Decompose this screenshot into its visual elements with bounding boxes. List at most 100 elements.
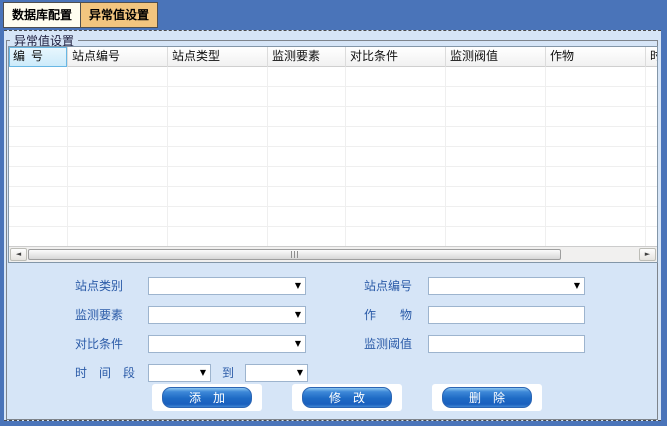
table-row[interactable] xyxy=(9,127,657,147)
table-row[interactable] xyxy=(9,87,657,107)
modify-button[interactable]: 修 改 xyxy=(302,387,392,408)
column-header[interactable]: 监测阀值 xyxy=(446,47,546,67)
table-cell xyxy=(68,127,168,147)
table-cell xyxy=(446,67,546,87)
compare-condition-combobox[interactable]: ▼ xyxy=(148,335,306,353)
table-cell xyxy=(346,227,446,247)
table-row[interactable] xyxy=(9,227,657,247)
table-cell xyxy=(546,87,646,107)
tab-database-config[interactable]: 数据库配置 xyxy=(4,3,81,27)
table-cell xyxy=(68,67,168,87)
table-cell xyxy=(168,147,268,167)
column-header[interactable]: 监测要素 xyxy=(268,47,346,67)
table-cell xyxy=(268,127,346,147)
compare-condition-label: 对比条件 xyxy=(75,335,123,353)
table-cell xyxy=(646,207,658,227)
table-cell xyxy=(446,227,546,247)
station-type-combobox[interactable]: ▼ xyxy=(148,277,306,295)
table-cell xyxy=(446,187,546,207)
table-cell xyxy=(268,87,346,107)
table-cell xyxy=(268,207,346,227)
threshold-label: 监测阈值 xyxy=(364,335,412,353)
table-cell xyxy=(9,167,68,187)
table-cell xyxy=(9,227,68,247)
column-header[interactable]: 对比条件 xyxy=(346,47,446,67)
table-cell xyxy=(9,127,68,147)
tab-abnormal-value-settings[interactable]: 异常值设置 xyxy=(81,3,157,27)
station-id-combobox[interactable]: ▼ xyxy=(428,277,585,295)
table-cell xyxy=(9,187,68,207)
table-cell xyxy=(68,107,168,127)
crop-input[interactable] xyxy=(428,306,585,324)
add-button[interactable]: 添 加 xyxy=(162,387,252,408)
station-type-label: 站点类别 xyxy=(75,277,123,295)
delete-button[interactable]: 删 除 xyxy=(442,387,532,408)
column-header[interactable]: 站点编号 xyxy=(68,47,168,67)
table-row[interactable] xyxy=(9,187,657,207)
modify-button-frame: 修 改 xyxy=(292,384,402,411)
time-from-value xyxy=(152,365,194,381)
table-cell xyxy=(168,127,268,147)
crop-label: 作 物 xyxy=(364,306,412,324)
scroll-left-icon: ◄ xyxy=(16,251,21,258)
abnormal-values-table: 编 号站点编号站点类型监测要素对比条件监测阀值作物时 ◄ ► xyxy=(8,46,658,263)
table-cell xyxy=(168,107,268,127)
table-cell xyxy=(546,67,646,87)
table-cell xyxy=(168,227,268,247)
column-header[interactable]: 作物 xyxy=(546,47,646,67)
table-cell xyxy=(346,147,446,167)
column-header[interactable]: 站点类型 xyxy=(168,47,268,67)
threshold-input[interactable] xyxy=(428,335,585,353)
table-row[interactable] xyxy=(9,107,657,127)
add-button-frame: 添 加 xyxy=(152,384,262,411)
table-body xyxy=(9,67,657,247)
table-cell xyxy=(646,187,658,207)
table-cell xyxy=(168,207,268,227)
scroll-left-button[interactable]: ◄ xyxy=(10,248,27,261)
table-cell xyxy=(9,67,68,87)
table-cell xyxy=(546,127,646,147)
table-row[interactable] xyxy=(9,207,657,227)
table-row[interactable] xyxy=(9,67,657,87)
monitor-element-combobox[interactable]: ▼ xyxy=(148,306,306,324)
table-cell xyxy=(546,207,646,227)
table-cell xyxy=(446,207,546,227)
table-cell xyxy=(446,87,546,107)
abnormal-value-settings-panel: 异常值设置 编 号站点编号站点类型监测要素对比条件监测阀值作物时 ◄ ► 站点类… xyxy=(4,30,661,421)
table-cell xyxy=(9,107,68,127)
table-cell xyxy=(268,67,346,87)
time-to-combobox[interactable]: ▼ xyxy=(245,364,308,382)
table-cell xyxy=(168,187,268,207)
table-cell xyxy=(68,227,168,247)
table-cell xyxy=(68,147,168,167)
station-id-value xyxy=(432,278,568,294)
table-cell xyxy=(68,207,168,227)
table-cell xyxy=(346,107,446,127)
time-from-combobox[interactable]: ▼ xyxy=(148,364,211,382)
table-row[interactable] xyxy=(9,147,657,167)
horizontal-scrollbar[interactable]: ◄ ► xyxy=(9,246,657,262)
compare-condition-value xyxy=(152,336,289,352)
table-cell xyxy=(546,147,646,167)
time-period-label: 时 间 段 xyxy=(75,364,135,382)
table-cell xyxy=(646,107,658,127)
table-row[interactable] xyxy=(9,167,657,187)
table-cell xyxy=(68,87,168,107)
column-header[interactable]: 编 号 xyxy=(9,47,68,67)
table-cell xyxy=(446,107,546,127)
table-cell xyxy=(446,127,546,147)
table-cell xyxy=(9,207,68,227)
scrollbar-thumb[interactable] xyxy=(28,249,561,260)
table-cell xyxy=(268,147,346,167)
column-header[interactable]: 时 xyxy=(646,47,658,67)
table-cell xyxy=(446,147,546,167)
table-cell xyxy=(9,147,68,167)
scroll-right-button[interactable]: ► xyxy=(639,248,656,261)
chevron-down-icon: ▼ xyxy=(295,311,301,319)
table-cell xyxy=(646,67,658,87)
table-cell xyxy=(646,127,658,147)
scrollbar-grip-icon xyxy=(291,251,298,258)
table-cell xyxy=(268,187,346,207)
table-cell xyxy=(346,167,446,187)
table-cell xyxy=(68,187,168,207)
